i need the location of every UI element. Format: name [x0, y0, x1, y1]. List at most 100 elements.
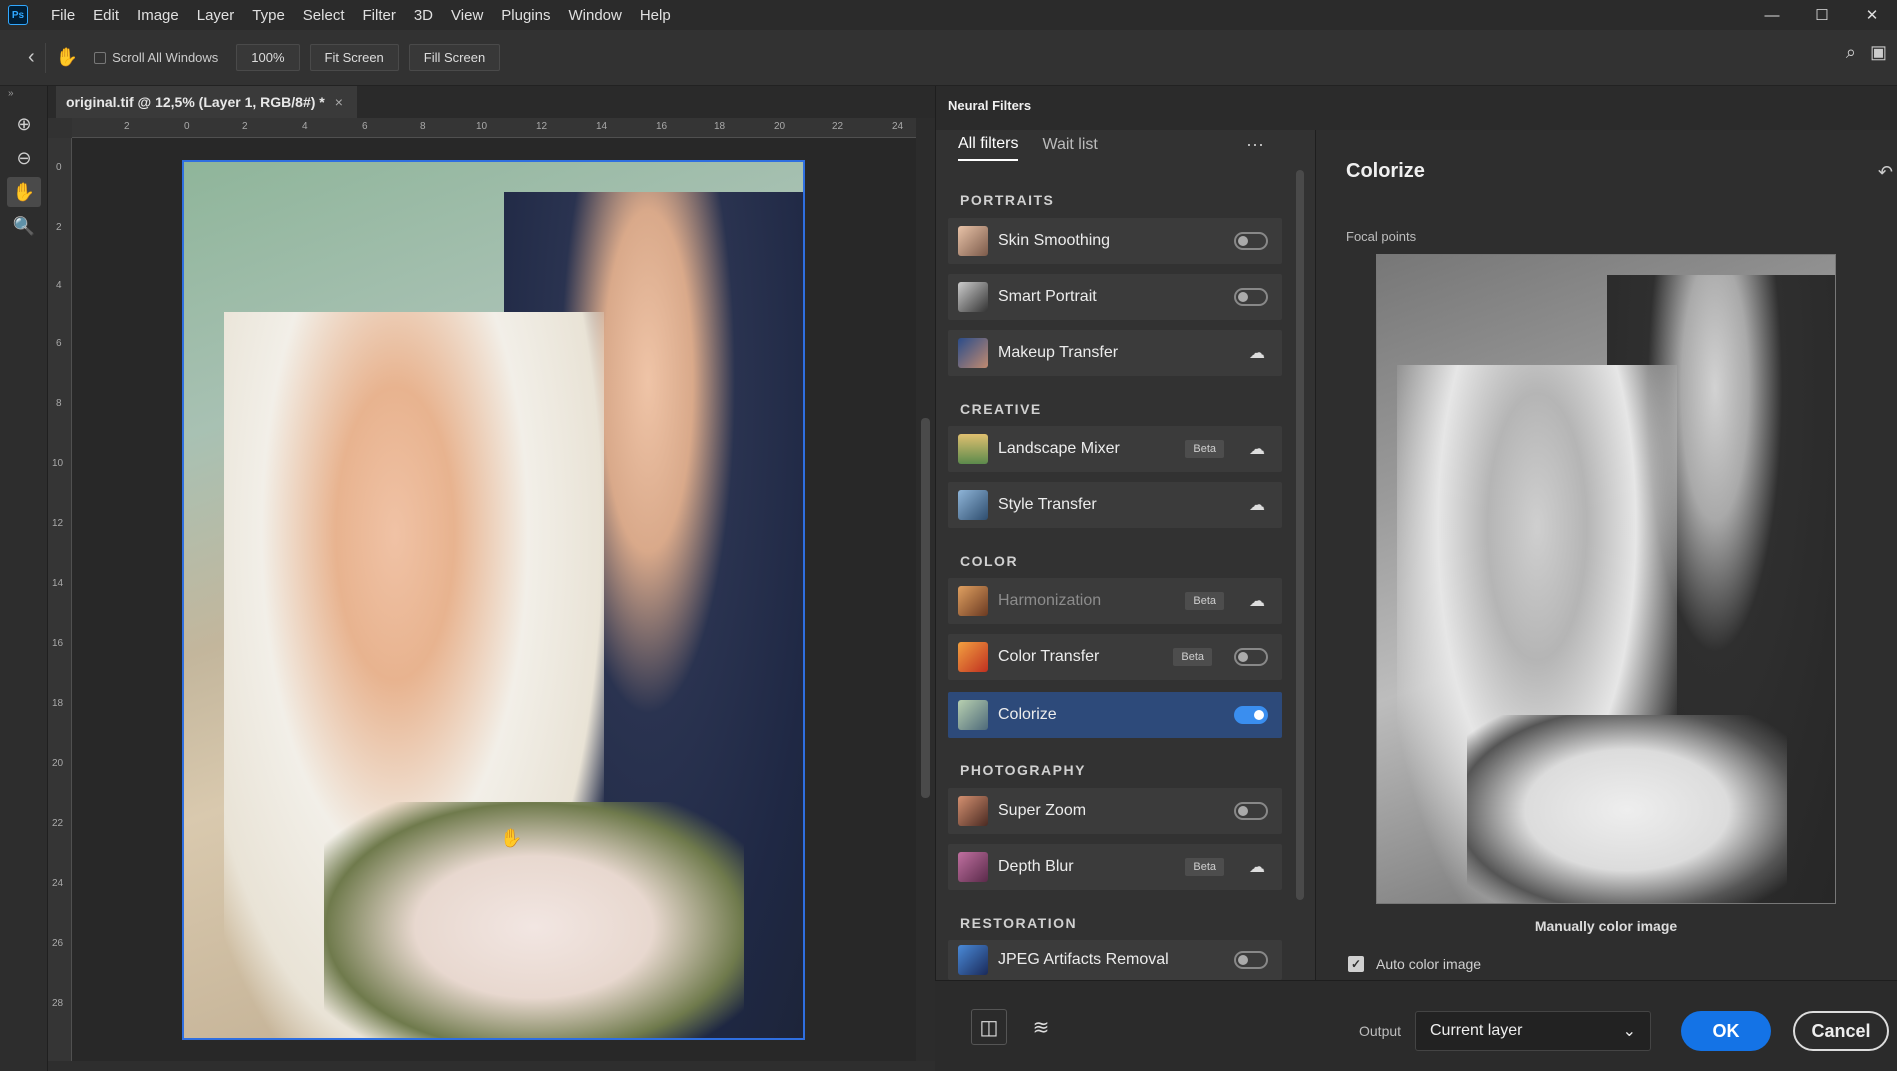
ruler-tick: 22	[832, 121, 844, 132]
document-tab[interactable]: original.tif @ 12,5% (Layer 1, RGB/8#) *…	[56, 86, 357, 118]
scrollbar-thumb[interactable]	[921, 418, 930, 798]
filter-label: Color Transfer	[998, 648, 1100, 665]
tab-all-filters[interactable]: All filters	[958, 135, 1019, 161]
cloud-download-icon[interactable]: ☁	[1246, 343, 1268, 363]
focal-points-preview[interactable]	[1376, 254, 1836, 904]
hand-tool-icon[interactable]: ✋	[7, 177, 41, 207]
magnify-icon[interactable]: 🔍	[7, 211, 41, 241]
filter-tabs: All filters Wait list	[958, 130, 1098, 166]
ruler-tick: 20	[52, 758, 64, 769]
output-value: Current layer	[1430, 1022, 1523, 1039]
menu-filter[interactable]: Filter	[354, 7, 405, 24]
hand-tool-icon[interactable]: ✋	[56, 47, 78, 68]
scroll-all-windows-checkbox[interactable]: Scroll All Windows	[94, 50, 218, 65]
ruler-tick: 14	[596, 121, 608, 132]
color-transfer-toggle[interactable]	[1234, 648, 1268, 666]
expand-panel-icon[interactable]: »	[8, 88, 47, 99]
beta-badge: Beta	[1185, 858, 1224, 876]
zoom-in-icon[interactable]: ⊕	[7, 109, 41, 139]
skin-smoothing-toggle[interactable]	[1234, 232, 1268, 250]
output-label: Output	[1359, 1023, 1402, 1039]
options-right: ⌕ ▣	[1846, 42, 1887, 63]
menu-plugins[interactable]: Plugins	[492, 7, 559, 24]
menu-edit[interactable]: Edit	[84, 7, 128, 24]
filter-harmonization[interactable]: Harmonization Beta ☁	[948, 578, 1282, 624]
close-tab-icon[interactable]: ×	[335, 94, 343, 110]
cancel-button[interactable]: Cancel	[1793, 1011, 1889, 1051]
ruler-tick: 18	[52, 698, 64, 709]
menu-window[interactable]: Window	[559, 7, 630, 24]
filter-landscape-mixer[interactable]: Landscape Mixer Beta ☁	[948, 426, 1282, 472]
layers-icon[interactable]: ≋	[1023, 1009, 1059, 1045]
filter-label: Colorize	[998, 706, 1057, 723]
ruler-tick: 28	[52, 998, 64, 1009]
filter-colorize[interactable]: Colorize	[948, 692, 1282, 738]
tab-wait-list[interactable]: Wait list	[1042, 136, 1097, 160]
filter-style-transfer[interactable]: Style Transfer ☁	[948, 482, 1282, 528]
ruler-tick: 10	[476, 121, 488, 132]
filter-super-zoom[interactable]: Super Zoom	[948, 788, 1282, 834]
ruler-tick: 20	[774, 121, 786, 132]
menu-select[interactable]: Select	[294, 7, 354, 24]
manually-color-image-link[interactable]: Manually color image	[1376, 918, 1836, 934]
close-window-icon[interactable]: ✕	[1847, 6, 1897, 24]
cloud-download-icon[interactable]: ☁	[1246, 857, 1268, 877]
auto-color-checkbox[interactable]: ✓ Auto color image	[1348, 956, 1481, 972]
status-bar	[48, 1061, 935, 1071]
colorize-settings-panel: Colorize ↶ Focal points Manually color i…	[1315, 130, 1897, 980]
beta-badge: Beta	[1173, 648, 1212, 666]
filter-jpeg-artifacts-removal[interactable]: JPEG Artifacts Removal	[948, 940, 1282, 980]
zoom-100-button[interactable]: 100%	[236, 44, 300, 71]
canvas-area[interactable]: ✋	[72, 138, 916, 1061]
filter-depth-blur[interactable]: Depth Blur Beta ☁	[948, 844, 1282, 890]
compare-view-icon[interactable]: ◫	[971, 1009, 1007, 1045]
fill-screen-button[interactable]: Fill Screen	[408, 44, 501, 71]
fit-screen-button[interactable]: Fit Screen	[309, 44, 399, 71]
cloud-download-icon[interactable]: ☁	[1246, 439, 1268, 459]
menu-view[interactable]: View	[442, 7, 492, 24]
colorize-toggle[interactable]	[1234, 706, 1268, 724]
menu-image[interactable]: Image	[128, 7, 188, 24]
style-transfer-thumb-icon	[958, 490, 988, 520]
menu-type[interactable]: Type	[243, 7, 294, 24]
filter-list-scrollbar[interactable]	[1294, 140, 1306, 980]
more-options-icon[interactable]: ···	[1246, 134, 1264, 155]
cloud-download-icon[interactable]: ☁	[1246, 591, 1268, 611]
menu-help[interactable]: Help	[631, 7, 680, 24]
menu-layer[interactable]: Layer	[188, 7, 244, 24]
zoom-out-icon[interactable]: ⊖	[7, 143, 41, 173]
scrollbar-thumb[interactable]	[1296, 170, 1304, 900]
filter-skin-smoothing[interactable]: Skin Smoothing	[948, 218, 1282, 264]
document-scrollbar[interactable]	[916, 118, 935, 1061]
document-title: original.tif @ 12,5% (Layer 1, RGB/8#) *	[66, 94, 325, 110]
jpeg-artifacts-thumb-icon	[958, 945, 988, 975]
maximize-icon[interactable]: ☐	[1797, 6, 1847, 24]
cloud-download-icon[interactable]: ☁	[1246, 495, 1268, 515]
menu-bar: Ps File Edit Image Layer Type Select Fil…	[0, 0, 1897, 30]
category-photography: PHOTOGRAPHY	[960, 762, 1086, 778]
menu-3d[interactable]: 3D	[405, 7, 442, 24]
ruler-tick: 10	[52, 458, 64, 469]
filter-label: Depth Blur	[998, 858, 1074, 875]
output-dropdown[interactable]: Current layer ⌄	[1415, 1011, 1651, 1051]
category-portraits: PORTRAITS	[960, 192, 1055, 208]
super-zoom-toggle[interactable]	[1234, 802, 1268, 820]
landscape-mixer-thumb-icon	[958, 434, 988, 464]
filter-color-transfer[interactable]: Color Transfer Beta	[948, 634, 1282, 680]
neural-filters-header: Neural Filters	[935, 86, 1897, 130]
menu-file[interactable]: File	[42, 7, 84, 24]
colorized-photo[interactable]	[182, 160, 805, 1040]
filter-label: Style Transfer	[998, 496, 1097, 513]
ok-button[interactable]: OK	[1681, 1011, 1771, 1051]
ruler-tick: 26	[52, 938, 64, 949]
search-icon[interactable]: ⌕	[1846, 42, 1856, 63]
filter-label: Smart Portrait	[998, 288, 1097, 305]
minimize-icon[interactable]: —	[1747, 7, 1797, 24]
reset-icon[interactable]: ↶	[1878, 162, 1893, 183]
workspace-icon[interactable]: ▣	[1870, 42, 1887, 63]
back-chevron-icon[interactable]: ‹	[28, 46, 35, 69]
smart-portrait-toggle[interactable]	[1234, 288, 1268, 306]
jpeg-artifacts-toggle[interactable]	[1234, 951, 1268, 969]
filter-smart-portrait[interactable]: Smart Portrait	[948, 274, 1282, 320]
filter-makeup-transfer[interactable]: Makeup Transfer ☁	[948, 330, 1282, 376]
